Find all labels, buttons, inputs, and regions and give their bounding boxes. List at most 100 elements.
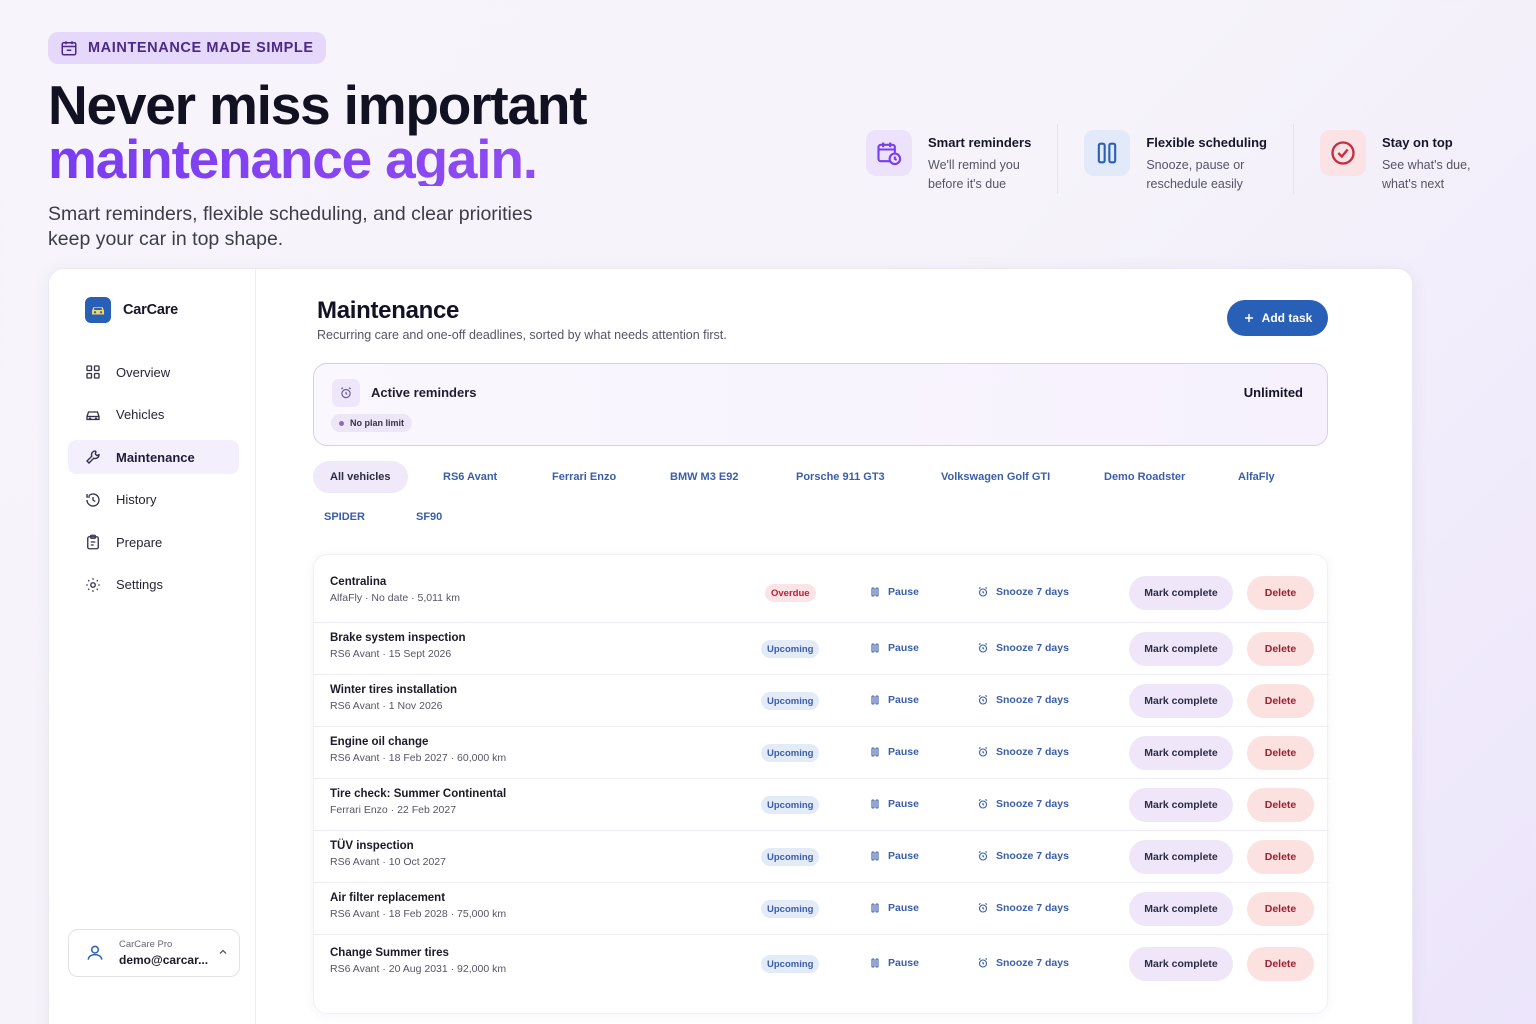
task-row: Tire check: Summer Continental Ferrari En… xyxy=(314,778,1329,830)
clipboard-icon xyxy=(87,534,99,550)
hero-badge: MAINTENANCE MADE SIMPLE xyxy=(48,32,326,64)
mark-complete-button[interactable]: Mark complete xyxy=(1129,576,1233,610)
mark-complete-button[interactable]: Mark complete xyxy=(1129,892,1233,926)
delete-button[interactable]: Delete xyxy=(1247,947,1314,981)
task-name: TÜV inspection xyxy=(330,840,414,852)
add-task-label: Add task xyxy=(1261,311,1313,325)
sidebar-item-maintenance[interactable]: Maintenance xyxy=(68,440,239,474)
brand[interactable]: CarCare xyxy=(85,297,178,323)
tab-volkswagen-golf-gti[interactable]: Volkswagen Golf GTI xyxy=(941,461,1050,493)
delete-button[interactable]: Delete xyxy=(1247,632,1314,666)
feature-desc: Snooze, pause or reschedule easily xyxy=(1146,158,1245,191)
delete-button[interactable]: Delete xyxy=(1247,840,1314,874)
alarm-icon xyxy=(977,798,989,810)
hero-title-line1: Never miss important xyxy=(48,74,588,136)
task-name: Brake system inspection xyxy=(330,632,466,644)
task-row: Change Summer tires RS6 Avant · 20 Aug 20… xyxy=(314,934,1329,997)
pause-button[interactable]: Pause xyxy=(869,586,919,598)
sidebar-item-label: Settings xyxy=(116,577,163,592)
pause-columns-icon xyxy=(1084,130,1131,176)
check-circle-icon xyxy=(1319,130,1366,176)
snooze-button[interactable]: Snooze 7 days xyxy=(977,746,1069,758)
feature-title: Smart reminders xyxy=(928,135,1032,150)
tab-spider[interactable]: SPIDER xyxy=(324,501,365,533)
pause-button[interactable]: Pause xyxy=(869,798,919,810)
snooze-label: Snooze 7 days xyxy=(996,902,1069,914)
tab-sf90[interactable]: SF90 xyxy=(416,501,442,533)
pause-button[interactable]: Pause xyxy=(869,850,919,862)
task-name: Tire check: Summer Continental xyxy=(330,788,507,800)
tab-bmw-m3-e92[interactable]: BMW M3 E92 xyxy=(670,461,738,493)
tab-porsche-911-gt3[interactable]: Porsche 911 GT3 xyxy=(796,461,885,493)
add-task-button[interactable]: Add task xyxy=(1227,300,1328,336)
task-row: Brake system inspection RS6 Avant · 15 Se… xyxy=(314,622,1329,674)
mark-complete-button[interactable]: Mark complete xyxy=(1129,947,1233,981)
pause-icon xyxy=(869,850,881,862)
tab-ferrari-enzo[interactable]: Ferrari Enzo xyxy=(552,461,616,493)
delete-button[interactable]: Delete xyxy=(1247,684,1314,718)
snooze-button[interactable]: Snooze 7 days xyxy=(977,902,1069,914)
tab-all-vehicles[interactable]: All vehicles xyxy=(313,461,408,493)
snooze-button[interactable]: Snooze 7 days xyxy=(977,586,1069,598)
account-email: demo@carcar... xyxy=(119,953,209,967)
mark-complete-button[interactable]: Mark complete xyxy=(1129,840,1233,874)
snooze-button[interactable]: Snooze 7 days xyxy=(977,694,1069,706)
pause-label: Pause xyxy=(888,850,919,862)
sidebar-item-history[interactable]: History xyxy=(68,483,239,517)
mark-complete-button[interactable]: Mark complete xyxy=(1129,788,1233,822)
feature-flexible-scheduling: Flexible scheduling Snooze, pause or res… xyxy=(1057,124,1293,194)
feature-desc: We'll remind you before it's due xyxy=(928,158,1020,191)
hero-title: Never miss important maintenance again. xyxy=(48,78,808,187)
snooze-button[interactable]: Snooze 7 days xyxy=(977,798,1069,810)
task-name: Change Summer tires xyxy=(330,947,449,959)
hero-title-line2: maintenance again. xyxy=(48,132,808,187)
delete-button[interactable]: Delete xyxy=(1247,736,1314,770)
sidebar-item-settings[interactable]: Settings xyxy=(68,568,239,602)
brand-name: CarCare xyxy=(123,302,179,318)
snooze-button[interactable]: Snooze 7 days xyxy=(977,642,1069,654)
sidebar-item-vehicles[interactable]: Vehicles xyxy=(68,398,239,432)
tab-rs6-avant[interactable]: RS6 Avant xyxy=(443,461,497,493)
pause-icon xyxy=(869,746,881,758)
tab-alfafly[interactable]: AlfaFly xyxy=(1238,461,1275,493)
delete-button[interactable]: Delete xyxy=(1247,788,1314,822)
alarm-icon xyxy=(977,957,989,969)
reminders-value: Unlimited xyxy=(1243,385,1303,400)
pause-button[interactable]: Pause xyxy=(869,642,919,654)
status-badge: Overdue xyxy=(765,584,816,602)
chevron-up-icon xyxy=(219,949,227,954)
task-meta: Ferrari Enzo · 22 Feb 2027 xyxy=(330,804,457,816)
status-badge: Upcoming xyxy=(761,848,820,866)
sidebar-item-prepare[interactable]: Prepare xyxy=(68,525,239,559)
task-row: TÜV inspection RS6 Avant · 10 Oct 2027 Upc… xyxy=(314,830,1329,882)
task-name: Centralina xyxy=(330,576,387,588)
sidebar-item-label: Prepare xyxy=(116,534,163,550)
snooze-button[interactable]: Snooze 7 days xyxy=(977,850,1069,862)
snooze-label: Snooze 7 days xyxy=(996,746,1069,758)
car-icon xyxy=(86,410,100,420)
mark-complete-button[interactable]: Mark complete xyxy=(1129,736,1233,770)
pause-button[interactable]: Pause xyxy=(869,694,919,706)
mark-complete-button[interactable]: Mark complete xyxy=(1129,684,1233,718)
task-row: Air filter replacement RS6 Avant · 18 Feb… xyxy=(314,882,1329,934)
pause-icon xyxy=(869,642,881,654)
snooze-label: Snooze 7 days xyxy=(996,642,1069,654)
sidebar-item-overview[interactable]: Overview xyxy=(68,355,239,389)
snooze-button[interactable]: Snooze 7 days xyxy=(977,957,1069,969)
account-switcher[interactable]: CarCare Pro demo@carcar... xyxy=(68,929,240,977)
tab-demo-roadster[interactable]: Demo Roadster xyxy=(1104,461,1185,493)
hero-subtitle: Smart reminders, flexible scheduling, an… xyxy=(48,203,533,250)
pause-button[interactable]: Pause xyxy=(869,746,919,758)
delete-button[interactable]: Delete xyxy=(1247,892,1314,926)
delete-button[interactable]: Delete xyxy=(1247,576,1314,610)
pause-label: Pause xyxy=(888,746,919,758)
snooze-label: Snooze 7 days xyxy=(996,957,1069,969)
pause-button[interactable]: Pause xyxy=(869,957,919,969)
reminders-title: Active reminders xyxy=(371,385,477,400)
task-row: Engine oil change RS6 Avant · 18 Feb 2027… xyxy=(314,726,1329,778)
pause-button[interactable]: Pause xyxy=(869,902,919,914)
plan-limit-pill: No plan limit xyxy=(331,414,412,432)
task-meta: RS6 Avant · 18 Feb 2028 · 75,000 km xyxy=(330,908,507,920)
feature-stay-on-top: Stay on top See what's due, what's next xyxy=(1292,124,1508,194)
mark-complete-button[interactable]: Mark complete xyxy=(1129,632,1233,666)
